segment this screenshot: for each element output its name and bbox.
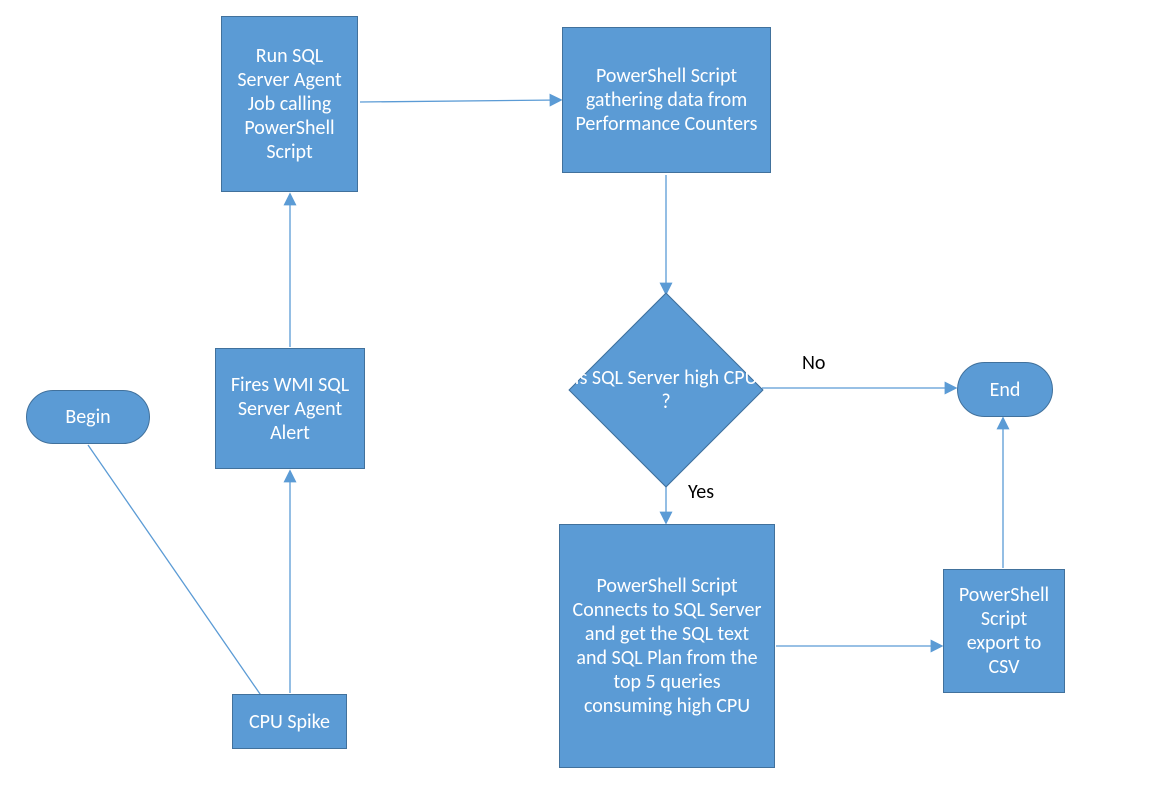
process-run-sql: Run SQL Server Agent Job calling PowerSh… [221,16,358,192]
process-cpu-spike-label: CPU Spike [249,710,330,734]
edge-label-no: No [802,351,825,375]
terminator-begin-label: Begin [65,405,110,429]
process-cpu-spike: CPU Spike [232,694,347,749]
terminator-end-label: End [990,378,1021,402]
decision-high-cpu-label: Is SQL Server high CPU ? [570,366,762,414]
process-gather: PowerShell Script gathering data from Pe… [562,27,771,173]
process-export-csv-label: PowerShell Script export to CSV [954,583,1054,679]
terminator-end: End [957,362,1053,417]
process-get-queries: PowerShell Script Connects to SQL Server… [559,524,775,768]
process-fires-wmi: Fires WMI SQL Server Agent Alert [215,348,365,469]
decision-high-cpu: Is SQL Server high CPU ? [570,294,762,486]
process-get-queries-label: PowerShell Script Connects to SQL Server… [570,574,764,718]
process-gather-label: PowerShell Script gathering data from Pe… [573,64,760,136]
process-export-csv: PowerShell Script export to CSV [943,569,1065,693]
edge-label-yes: Yes [688,480,714,504]
process-fires-wmi-label: Fires WMI SQL Server Agent Alert [226,373,354,445]
terminator-begin: Begin [26,390,150,444]
process-run-sql-label: Run SQL Server Agent Job calling PowerSh… [232,44,347,164]
